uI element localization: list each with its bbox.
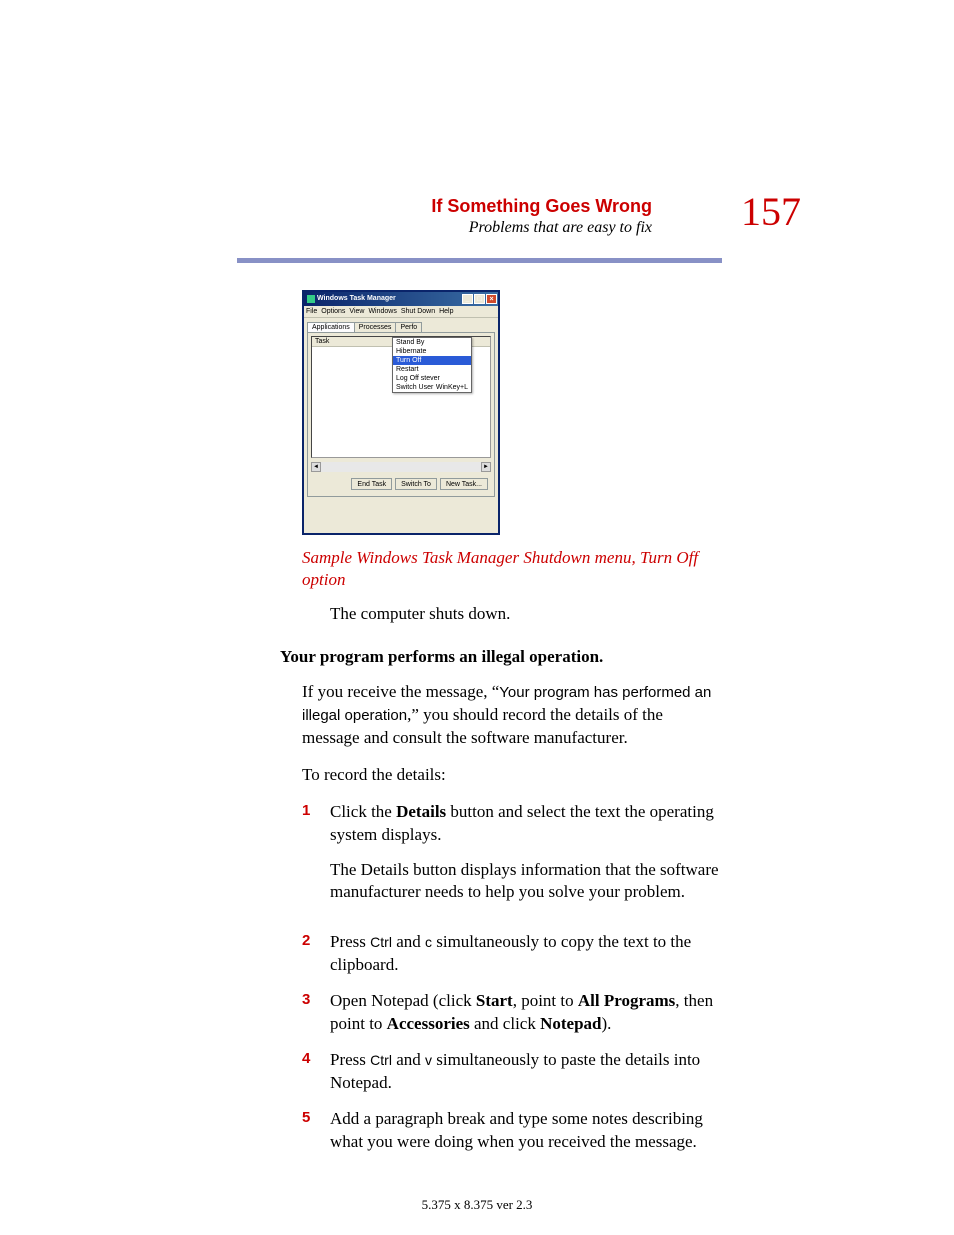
menu-help[interactable]: Help: [439, 308, 453, 315]
titlebar: Windows Task Manager _ □ ×: [304, 292, 498, 306]
scroll-left-icon[interactable]: ◄: [311, 462, 321, 472]
menu-item-restart[interactable]: Restart: [393, 365, 471, 374]
menu-view[interactable]: View: [349, 308, 364, 315]
end-task-button[interactable]: End Task: [351, 478, 392, 490]
section-heading: Your program performs an illegal operati…: [280, 646, 722, 669]
figure-caption: Sample Windows Task Manager Shutdown men…: [302, 547, 717, 591]
tab-performance[interactable]: Perfo: [395, 322, 422, 332]
step-4: 4 Press Ctrl and v simultaneously to pas…: [302, 1049, 722, 1095]
action-buttons: End Task Switch To New Task...: [351, 478, 488, 490]
menu-item-hibernate[interactable]: Hibernate: [393, 347, 471, 356]
horizontal-scrollbar[interactable]: ◄ ►: [311, 462, 491, 472]
step-number: 3: [302, 990, 330, 1036]
step-1: 1 Click the Details button and select th…: [302, 801, 722, 919]
section-subtitle: Problems that are easy to fix: [431, 219, 652, 237]
switch-to-button[interactable]: Switch To: [395, 478, 437, 490]
task-list: Task Stand By Hibernate Turn Off Restart…: [311, 336, 491, 458]
menu-file[interactable]: File: [306, 308, 317, 315]
tab-body: Task Stand By Hibernate Turn Off Restart…: [307, 332, 495, 497]
minimize-button[interactable]: _: [462, 294, 473, 304]
maximize-button[interactable]: □: [474, 294, 485, 304]
step-2: 2 Press Ctrl and c simultaneously to cop…: [302, 931, 722, 977]
scroll-right-icon[interactable]: ►: [481, 462, 491, 472]
menu-item-standby[interactable]: Stand By: [393, 338, 471, 347]
menu-item-switchuser[interactable]: Switch User WinKey+L: [393, 383, 471, 392]
step-3: 3 Open Notepad (click Start, point to Al…: [302, 990, 722, 1036]
step-number: 4: [302, 1049, 330, 1095]
page-header: If Something Goes Wrong Problems that ar…: [431, 195, 652, 237]
shuts-down-text: The computer shuts down.: [330, 603, 722, 626]
menubar: File Options View Windows Shut Down Help: [304, 306, 498, 318]
step-number: 2: [302, 931, 330, 977]
page-footer: 5.375 x 8.375 ver 2.3: [0, 1197, 954, 1213]
intro-paragraph: If you receive the message, “Your progra…: [302, 681, 722, 750]
col-task: Task: [315, 338, 329, 345]
shutdown-menu: Stand By Hibernate Turn Off Restart Log …: [392, 337, 472, 393]
steps-list: 1 Click the Details button and select th…: [302, 801, 722, 1154]
window-title: Windows Task Manager: [317, 292, 396, 306]
window-controls: _ □ ×: [462, 294, 498, 304]
menu-item-turnoff[interactable]: Turn Off: [393, 356, 471, 365]
step-number: 1: [302, 801, 330, 919]
close-button[interactable]: ×: [486, 294, 497, 304]
record-intro: To record the details:: [302, 764, 722, 787]
task-manager-window: Windows Task Manager _ □ × File Options …: [302, 290, 500, 535]
chapter-title: If Something Goes Wrong: [431, 196, 652, 217]
step-1-note: The Details button displays information …: [330, 859, 722, 905]
menu-windows[interactable]: Windows: [368, 308, 396, 315]
menu-shutdown[interactable]: Shut Down: [401, 308, 435, 315]
body-content: The computer shuts down. Your program pe…: [302, 603, 722, 1167]
step-number: 5: [302, 1108, 330, 1154]
tab-strip: Applications Processes Perfo: [307, 322, 495, 332]
app-icon: [307, 295, 315, 303]
menu-item-logoff[interactable]: Log Off stever: [393, 374, 471, 383]
menu-options[interactable]: Options: [321, 308, 345, 315]
step-5: 5 Add a paragraph break and type some no…: [302, 1108, 722, 1154]
page-number: 157: [741, 188, 801, 235]
tab-applications[interactable]: Applications: [307, 322, 355, 332]
new-task-button[interactable]: New Task...: [440, 478, 488, 490]
tab-processes[interactable]: Processes: [354, 322, 397, 332]
header-rule: [237, 258, 722, 263]
